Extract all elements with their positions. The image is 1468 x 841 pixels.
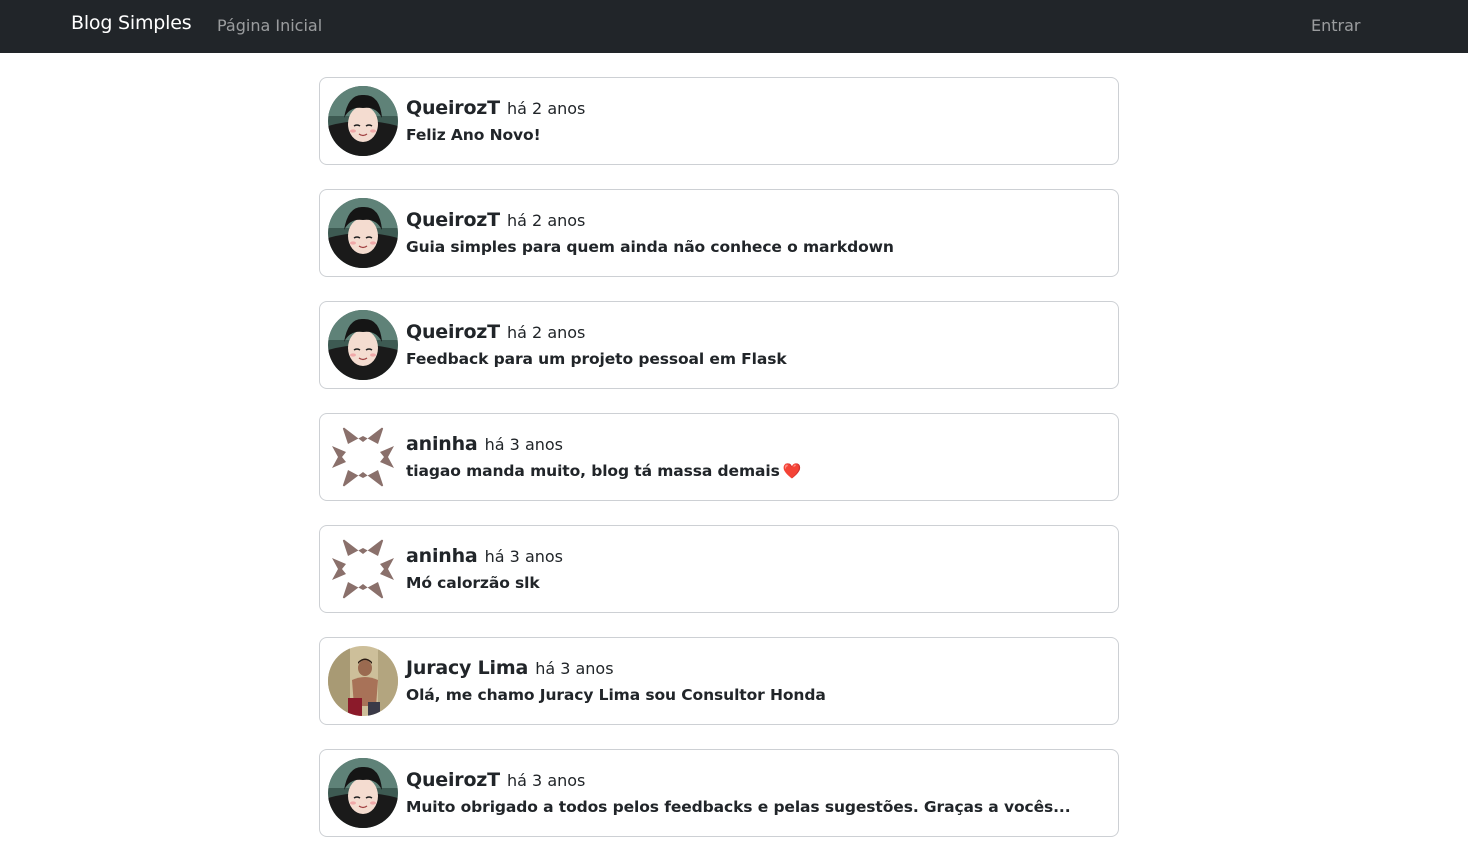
post-time: há 3 anos xyxy=(484,435,564,454)
anime-avatar-icon[interactable] xyxy=(328,86,398,156)
post-header: QueirozT há 2 anos xyxy=(406,321,585,343)
post-card[interactable]: QueirozT há 2 anos Guia simples para que… xyxy=(319,189,1119,277)
identicon-avatar-icon[interactable] xyxy=(328,422,398,492)
post-header: aninha há 3 anos xyxy=(406,433,563,455)
post-time: há 3 anos xyxy=(484,547,564,566)
post-header: Juracy Lima há 3 anos xyxy=(406,657,614,679)
post-card[interactable]: QueirozT há 2 anos Feedback para um proj… xyxy=(319,301,1119,389)
post-card[interactable]: QueirozT há 2 anos Feliz Ano Novo! xyxy=(319,77,1119,165)
anime-avatar-icon[interactable] xyxy=(328,310,398,380)
identicon-avatar-icon[interactable] xyxy=(328,534,398,604)
post-title[interactable]: Mó calorzão slk xyxy=(406,574,540,592)
post-title[interactable]: Muito obrigado a todos pelos feedbacks e… xyxy=(406,798,1071,816)
post-header: QueirozT há 2 anos xyxy=(406,209,585,231)
post-author[interactable]: QueirozT xyxy=(406,209,500,231)
post-card[interactable]: QueirozT há 3 anos Muito obrigado a todo… xyxy=(319,749,1119,837)
anime-avatar-icon[interactable] xyxy=(328,198,398,268)
post-time: há 2 anos xyxy=(507,211,586,230)
post-author[interactable]: QueirozT xyxy=(406,321,500,343)
post-header: QueirozT há 3 anos xyxy=(406,769,585,791)
post-title[interactable]: Feedback para um projeto pessoal em Flas… xyxy=(406,350,787,368)
post-title[interactable]: tiagao manda muito, blog tá massa demais… xyxy=(406,462,801,480)
anime-avatar-icon[interactable] xyxy=(328,758,398,828)
post-author[interactable]: aninha xyxy=(406,433,478,455)
post-time: há 2 anos xyxy=(507,323,586,342)
post-time: há 2 anos xyxy=(507,99,586,118)
post-card[interactable]: aninha há 3 anos Mó calorzão slk xyxy=(319,525,1119,613)
post-author[interactable]: QueirozT xyxy=(406,769,500,791)
nav-home-link[interactable]: Página Inicial xyxy=(217,16,322,35)
heart-emoji: ❤️ xyxy=(782,462,802,480)
post-card[interactable]: Juracy Lima há 3 anos Olá, me chamo Jura… xyxy=(319,637,1119,725)
post-title-text: tiagao manda muito, blog tá massa demais xyxy=(406,462,780,480)
post-author[interactable]: QueirozT xyxy=(406,97,500,119)
post-time: há 3 anos xyxy=(507,771,586,790)
post-header: aninha há 3 anos xyxy=(406,545,563,567)
nav-login-link[interactable]: Entrar xyxy=(1311,16,1360,35)
post-title[interactable]: Feliz Ano Novo! xyxy=(406,126,541,144)
post-author[interactable]: aninha xyxy=(406,545,478,567)
top-navbar: Blog Simples Página Inicial Entrar xyxy=(0,0,1468,53)
brand-link[interactable]: Blog Simples xyxy=(71,12,192,34)
post-time: há 3 anos xyxy=(535,659,614,678)
post-author[interactable]: Juracy Lima xyxy=(406,657,528,679)
post-card[interactable]: aninha há 3 anos tiagao manda muito, blo… xyxy=(319,413,1119,501)
post-title[interactable]: Olá, me chamo Juracy Lima sou Consultor … xyxy=(406,686,826,704)
post-header: QueirozT há 2 anos xyxy=(406,97,585,119)
photo-avatar-icon[interactable] xyxy=(328,646,398,716)
post-title[interactable]: Guia simples para quem ainda não conhece… xyxy=(406,238,894,256)
